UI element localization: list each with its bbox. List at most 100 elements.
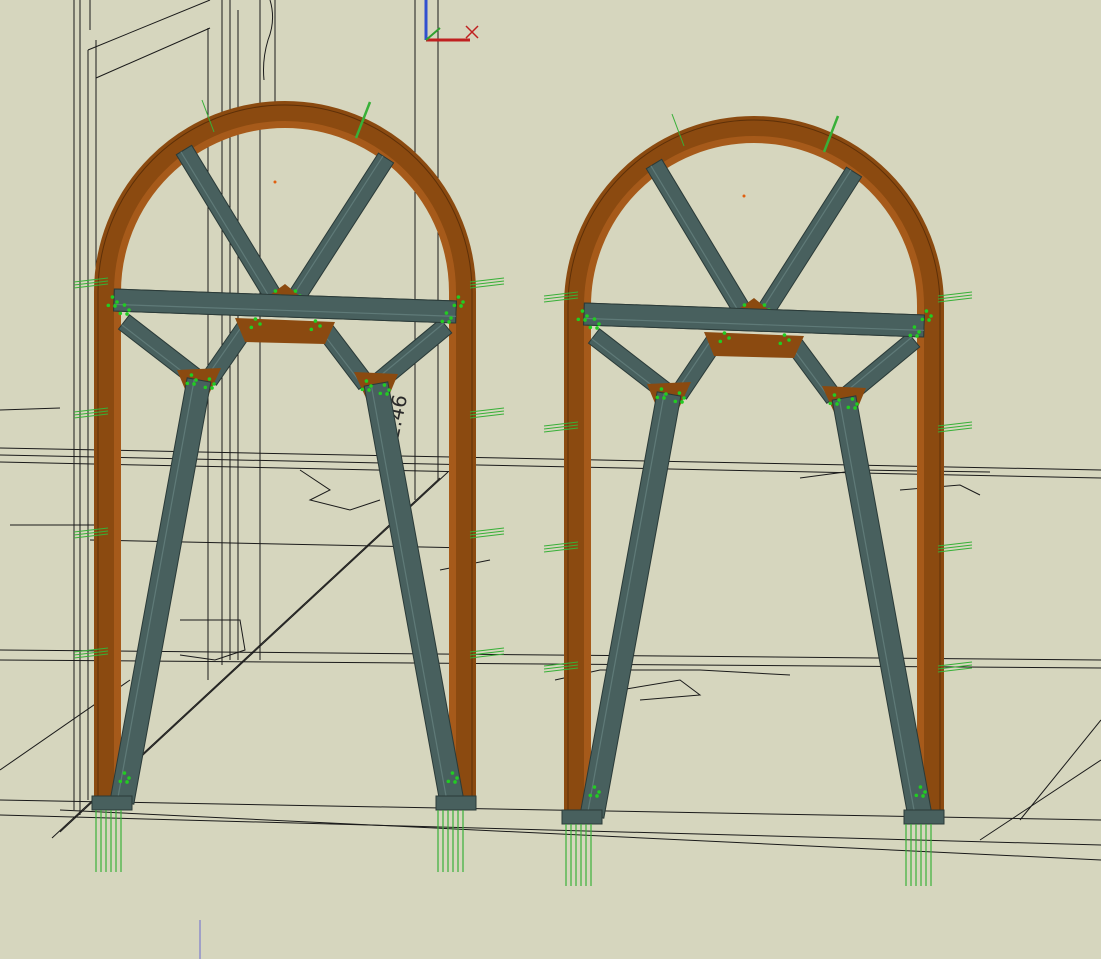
leg-right-highlight bbox=[838, 398, 916, 817]
bolt-group bbox=[122, 303, 127, 307]
bolt-group bbox=[385, 392, 389, 396]
bolt-group bbox=[837, 398, 841, 402]
bolt-group bbox=[915, 334, 919, 338]
gusset-plate-center bbox=[704, 332, 804, 358]
upper-brace-left-highlight bbox=[180, 151, 271, 299]
bolt-group bbox=[118, 311, 123, 316]
bolt-group bbox=[662, 396, 666, 400]
bolt-group bbox=[258, 322, 262, 326]
bolt-group bbox=[249, 325, 254, 330]
bolt-group bbox=[853, 406, 857, 410]
bolt-group bbox=[924, 309, 929, 313]
bolt-group bbox=[914, 793, 919, 798]
bolt-group bbox=[597, 322, 601, 326]
bolt-group bbox=[588, 793, 593, 798]
bolt-group bbox=[908, 333, 913, 338]
bolt-group bbox=[787, 338, 791, 342]
bolt-group bbox=[742, 303, 747, 307]
bolt-group bbox=[118, 779, 123, 784]
bolt-group bbox=[927, 318, 931, 322]
bolt-group bbox=[253, 317, 258, 321]
bolt-group bbox=[855, 402, 859, 406]
bolt-group bbox=[189, 373, 194, 377]
bolt-group bbox=[378, 391, 383, 396]
cad-3d-viewport[interactable]: 3.39 2.46 bbox=[0, 0, 1101, 959]
leg-right bbox=[831, 395, 933, 819]
bolt-group bbox=[444, 311, 449, 315]
bolt-group bbox=[778, 341, 783, 346]
bolt-group bbox=[192, 382, 196, 386]
bolt-group bbox=[597, 790, 601, 794]
bolt-group bbox=[920, 317, 925, 322]
bolt-group bbox=[450, 771, 455, 775]
bolt-group bbox=[387, 388, 391, 392]
arch-frame-left[interactable] bbox=[73, 99, 505, 872]
bolt-group bbox=[127, 776, 131, 780]
bolt-group bbox=[207, 377, 212, 381]
bolt-group bbox=[313, 319, 318, 323]
leg-left-highlight bbox=[116, 379, 195, 802]
ucs-axis-icon[interactable] bbox=[424, 0, 479, 42]
bolt-group bbox=[782, 333, 787, 337]
bolt-group bbox=[122, 771, 127, 775]
bolt-group bbox=[113, 304, 117, 308]
base-plate-left bbox=[561, 809, 603, 825]
bolt-group bbox=[360, 387, 365, 392]
bolt-group bbox=[595, 326, 599, 330]
leg-left bbox=[109, 377, 212, 805]
bolt-group bbox=[718, 339, 723, 344]
bolt-group bbox=[722, 331, 727, 335]
bolt-group bbox=[585, 314, 589, 318]
bolt-group bbox=[659, 387, 664, 391]
bolt-group bbox=[210, 386, 214, 390]
bolt-group bbox=[203, 385, 208, 390]
frame-member bbox=[94, 101, 476, 808]
bolt-group bbox=[595, 794, 599, 798]
bolt-group bbox=[452, 303, 457, 308]
bolt-group bbox=[367, 388, 371, 392]
bolt-group bbox=[382, 383, 387, 387]
leg-right-highlight bbox=[370, 384, 448, 803]
bolt-group bbox=[912, 325, 917, 329]
model-canvas[interactable]: 3.39 2.46 bbox=[0, 0, 1101, 959]
bolt-group bbox=[846, 405, 851, 410]
bolt-group bbox=[576, 317, 581, 322]
bolt-group bbox=[106, 303, 111, 308]
upper-brace-left bbox=[175, 144, 282, 302]
knee-brace-right-outer-highlight bbox=[373, 322, 445, 382]
bolt-group bbox=[580, 309, 585, 313]
base-plate-right bbox=[903, 809, 945, 825]
bolt-group bbox=[592, 785, 597, 789]
bolt-group bbox=[917, 330, 921, 334]
upper-brace-right bbox=[288, 152, 395, 302]
bolt-group bbox=[185, 381, 190, 386]
bolt-group bbox=[194, 378, 198, 382]
bolt-group bbox=[918, 785, 923, 789]
bolt-group bbox=[449, 316, 453, 320]
bolt-group bbox=[369, 384, 373, 388]
bolt-group bbox=[588, 325, 593, 330]
bolt-group bbox=[364, 379, 369, 383]
bolt-group bbox=[440, 319, 445, 324]
bolt-group bbox=[835, 402, 839, 406]
arch-frame-right[interactable] bbox=[543, 113, 973, 886]
bolt-group bbox=[921, 794, 925, 798]
gusset-plate-center bbox=[235, 318, 335, 344]
bolt-group bbox=[677, 391, 682, 395]
bolt-group bbox=[456, 295, 461, 299]
bolt-group bbox=[459, 304, 463, 308]
bolt-group bbox=[115, 300, 119, 304]
bolt-group bbox=[461, 300, 465, 304]
bolt-group bbox=[929, 314, 933, 318]
bolt-group bbox=[828, 401, 833, 406]
upper-brace-left bbox=[645, 158, 751, 316]
bolt-group bbox=[453, 780, 457, 784]
bolt-group bbox=[832, 393, 837, 397]
bolt-group bbox=[682, 396, 686, 400]
bolt-group bbox=[125, 780, 129, 784]
reference-point bbox=[273, 180, 277, 184]
bolt-group bbox=[455, 776, 459, 780]
bolt-group bbox=[309, 327, 314, 332]
leg-left-highlight bbox=[586, 393, 665, 816]
bolt-group bbox=[110, 295, 115, 299]
